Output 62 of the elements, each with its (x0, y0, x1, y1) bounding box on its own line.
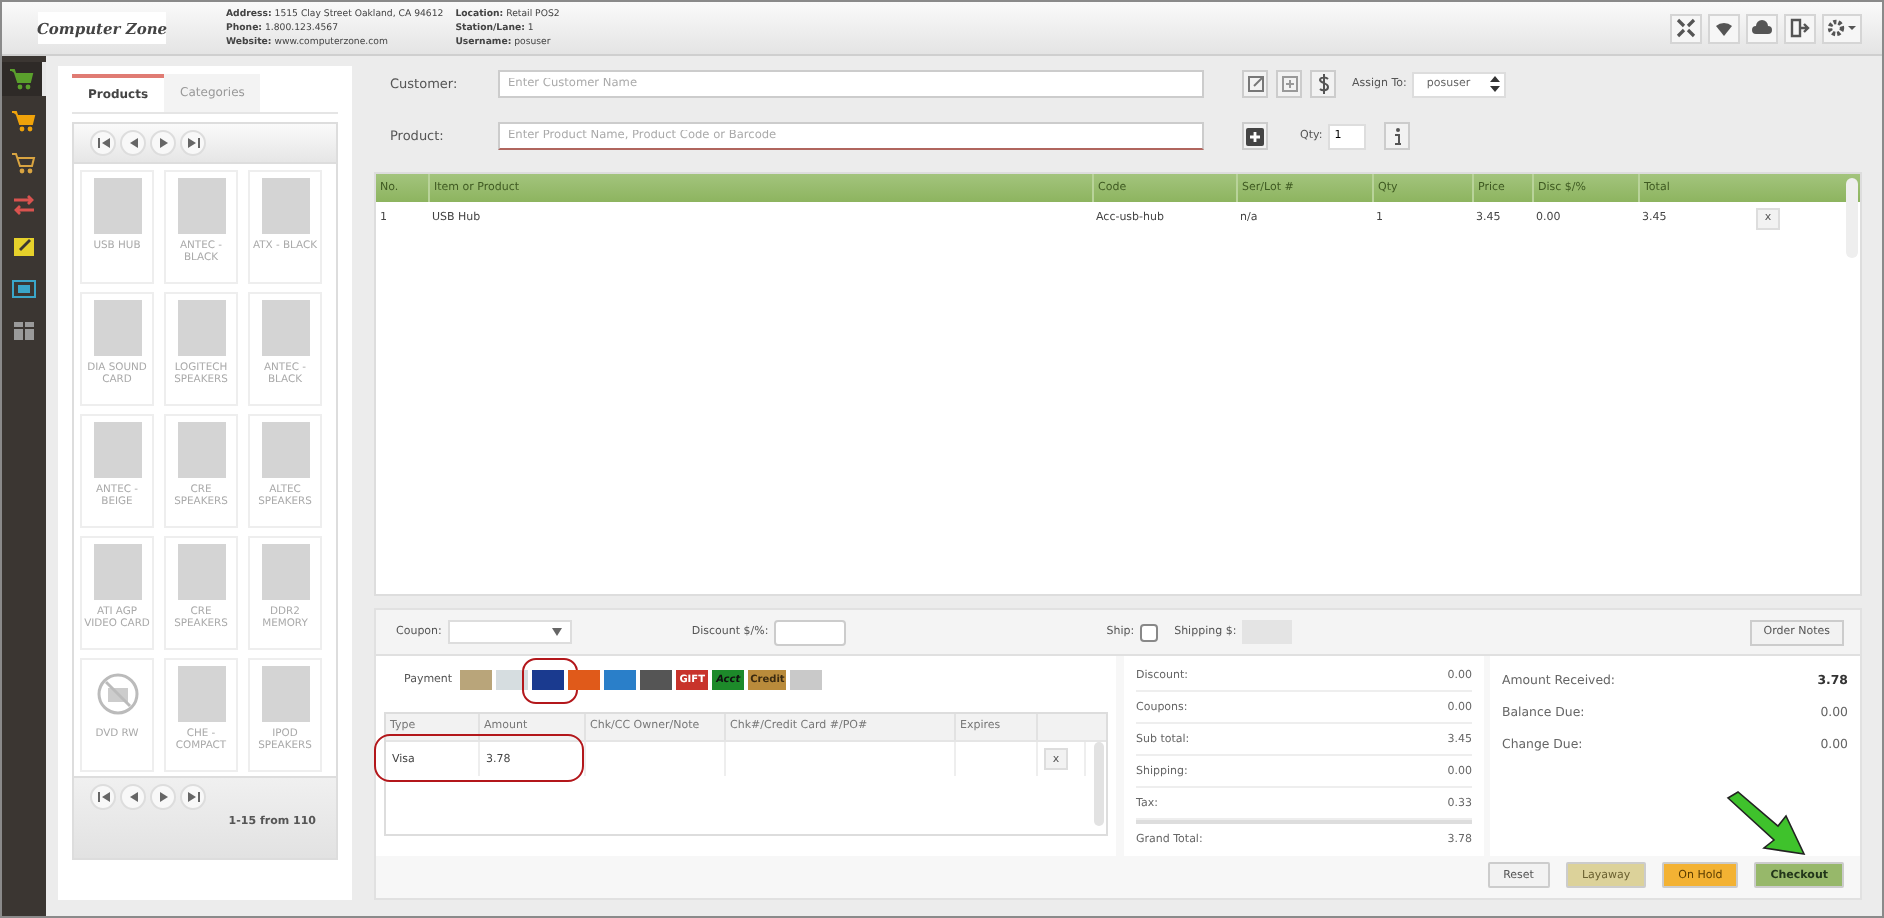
mastercard-payment-button[interactable] (568, 670, 601, 690)
pager-button[interactable] (150, 784, 176, 810)
pager-arrow-icon (97, 792, 109, 802)
scrollbar[interactable] (1094, 742, 1104, 826)
scrollbar[interactable] (1846, 178, 1858, 258)
logout-icon (1790, 18, 1810, 38)
cloud-button[interactable] (1746, 13, 1778, 43)
plus-icon (1281, 76, 1297, 92)
pager-arrow-icon (97, 138, 109, 148)
logout-button[interactable] (1784, 13, 1816, 43)
pager-arrow-icon (127, 138, 139, 148)
pager-arrow-icon (187, 792, 199, 802)
product-photo-placeholder (93, 300, 141, 356)
info-button[interactable] (1384, 122, 1411, 150)
pager-button[interactable] (150, 130, 176, 156)
visa-payment-button[interactable] (532, 670, 565, 690)
product-photo-placeholder (93, 544, 141, 600)
spinner-arrows-icon (1490, 76, 1501, 92)
swipe-payment-button[interactable] (640, 670, 673, 690)
fullscreen-icon (1676, 18, 1696, 38)
product-photo-placeholder (261, 300, 309, 356)
check-payment-button[interactable] (496, 670, 529, 690)
pager-button[interactable] (180, 130, 206, 156)
add-product-button[interactable] (1242, 122, 1268, 150)
dollar-icon (1317, 74, 1329, 94)
edit-button[interactable] (1242, 70, 1268, 98)
product-photo-placeholder (177, 300, 225, 356)
cloud-icon (1752, 18, 1772, 38)
product-photo-placeholder (93, 422, 141, 478)
settings-icon (1826, 18, 1858, 38)
pager-button[interactable] (90, 130, 116, 156)
product-photo-placeholder (93, 178, 141, 234)
pager-button[interactable] (120, 784, 146, 810)
dollar-button[interactable] (1310, 70, 1336, 98)
product-photo-placeholder (261, 666, 309, 722)
pager-button[interactable] (120, 130, 146, 156)
ship-checkbox[interactable] (1140, 623, 1159, 641)
product-photo-placeholder (261, 422, 309, 478)
pager-button[interactable] (180, 784, 206, 810)
pager-arrow-icon (127, 792, 139, 802)
product-photo-placeholder (261, 178, 309, 234)
product-photo-placeholder (261, 544, 309, 600)
no-image-icon (95, 672, 139, 716)
wifi-icon (1714, 18, 1734, 38)
discount-field[interactable] (774, 619, 847, 645)
caret-icon (551, 628, 562, 636)
product-photo-placeholder (177, 666, 225, 722)
settings-button[interactable] (1822, 13, 1862, 43)
cart-nav-button[interactable] (2, 62, 46, 96)
fullscreen-button[interactable] (1670, 13, 1702, 43)
pager-arrow-icon (157, 138, 169, 148)
info-icon (1393, 127, 1402, 145)
edit-icon (1247, 76, 1263, 92)
plus-icon (1246, 127, 1264, 145)
wifi-button[interactable] (1708, 13, 1740, 43)
pager-arrow-icon (157, 792, 169, 802)
pager-arrow-icon (187, 138, 199, 148)
product-photo-placeholder (177, 178, 225, 234)
pager-button[interactable] (90, 784, 116, 810)
product-photo-placeholder (177, 422, 225, 478)
amex-payment-button[interactable] (604, 670, 637, 690)
product-photo-placeholder (177, 544, 225, 600)
